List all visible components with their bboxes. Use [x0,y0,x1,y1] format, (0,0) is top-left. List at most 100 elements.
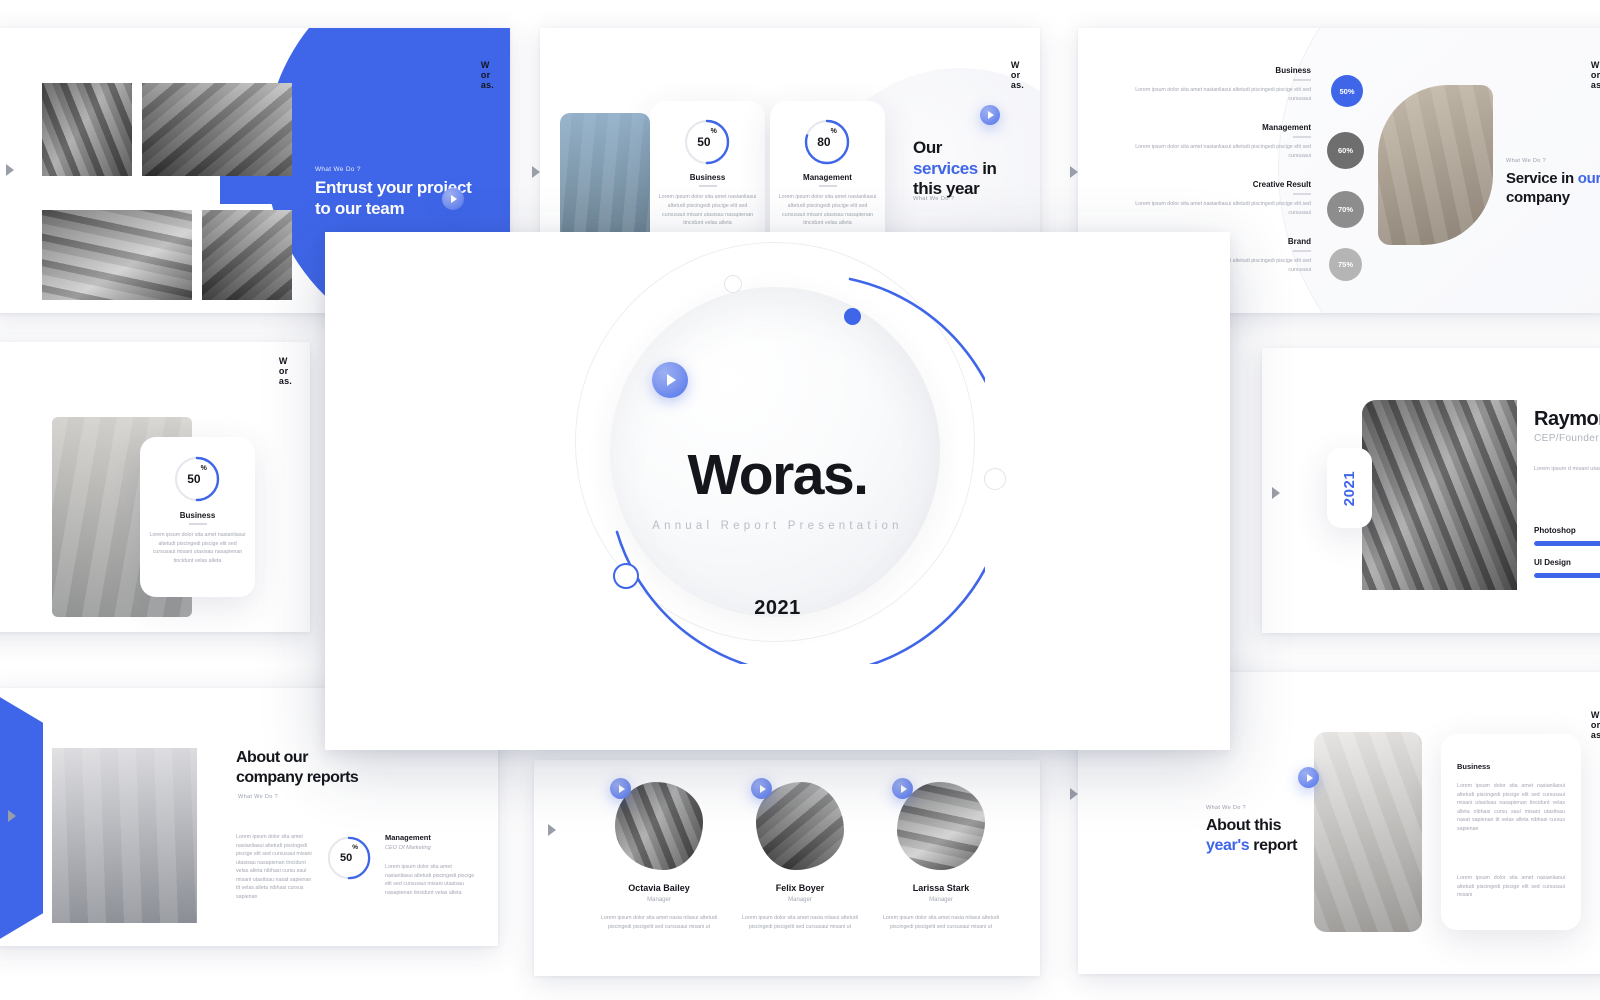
play-icon[interactable] [980,105,1000,125]
nav-arrow-slide-about-year[interactable] [1070,788,1078,800]
profile-name: Raymond [1534,408,1600,430]
service-card-1-percent-wrap: 80 % [802,117,852,167]
about-year-title-line1: About this [1206,817,1282,834]
slide-services-title: Our services in this year [913,138,1023,200]
team-member-2-body: Lorem ipsum dolor sita amet nasia nilasu… [882,915,999,930]
service-item-1-label: Management [1262,123,1311,132]
slide-entrust-eyebrow: What We Do ? [315,166,361,173]
nav-arrow-slide-service-company[interactable] [1070,166,1078,178]
team-member-2-name: Larissa Stark [912,883,970,893]
slide-services-title-tail: in [982,158,997,178]
slide-profile-raymond[interactable]: 2021 Raymond CEP/Founder Lorem ipsum d m… [1262,348,1600,633]
about-reports-title-line1: About our [236,749,308,766]
hero-year: 2021 [754,597,801,619]
slide-company-title: Service in our company [1506,170,1600,207]
business-stat-card[interactable]: 50 % Business Lorem ipsum dolor sita ame… [140,437,255,597]
play-icon[interactable] [892,778,913,799]
brand-logo-line-3: as. [1590,80,1600,91]
about-reports-stat-block: Management CEO Of Marketing Lorem ipsum … [385,833,477,897]
slide-hero-title[interactable]: Woras. Annual Report Presentation 2021 [325,232,1230,750]
service-card-1-label: Management [803,173,852,182]
photo-woman-coffee [202,210,292,300]
service-item-0-body: Lorem ipsum dolor sita amet nasianliasui… [1135,87,1311,102]
about-reports-eyebrow: What We Do ? [238,794,278,800]
about-reports-left-body: Lorem ipsum dolor sita amet nasianliasui… [236,834,312,901]
photo-woman-phone [42,83,132,176]
brand-logo-line-3: as. [1010,80,1024,91]
nav-arrow-slide-entrust[interactable] [6,164,14,176]
photo-office-desks [1314,732,1422,932]
brand-logo-line-2: or [480,70,491,81]
nav-arrow-slide-about-reports[interactable] [8,810,16,822]
photo-meeting-table [142,83,292,176]
business-stat-body: Lorem ipsum dolor sita amet nasianliasui… [149,532,246,564]
service-card-0-symbol: % [710,128,717,135]
brand-logo: W or as. [279,356,292,386]
slide-company-eyebrow: What We Do ? [1506,158,1546,164]
photo-team-desk [42,210,192,300]
service-item-2-label: Creative Result [1252,180,1311,189]
service-card-1-body: Lorem ipsum dolor sita amet nasianliasui… [778,194,877,227]
hero-title: Woras. [687,443,869,507]
about-reports-stat-sub: CEO Of Marketing [385,845,431,851]
about-reports-title: About our company reports [236,748,466,788]
business-stat-label: Business [179,511,216,520]
nav-arrow-slide-profile-raymond[interactable] [1272,487,1280,499]
brand-logo-line-2: or [278,366,289,377]
slide-company-title-accent: our [1577,170,1600,187]
team-member-0-name: Octavia Bailey [628,883,690,893]
team-member-1-name: Felix Boyer [775,883,825,893]
service-item-2: Creative Result Lorem ipsum dolor sita a… [1126,180,1311,217]
pct-bubble-business: 50% [1331,75,1363,107]
divider [699,185,717,187]
slide-services-title-line1: Our [913,138,943,157]
slide-business-profile[interactable]: 50 % Business Lorem ipsum dolor sita ame… [0,342,310,632]
slide-team[interactable]: Octavia Bailey Manager Lorem ipsum dolor… [534,760,1040,976]
service-card-0-percent-wrap: 50 % [682,117,732,167]
team-member-1-body: Lorem ipsum dolor sita amet nasia nilasu… [741,915,858,930]
skill-photoshop-track [1534,541,1600,546]
service-card-0-body: Lorem ipsum dolor sita amet nasianliasui… [658,194,757,227]
divider [1293,79,1311,81]
brand-logo-line-1: W [1010,60,1020,70]
team-member-0-role: Manager [647,897,671,903]
nav-arrow-slide-our-services[interactable] [532,166,540,178]
brand-logo-line-2: or [1010,70,1021,81]
team-member-0[interactable]: Octavia Bailey Manager Lorem ipsum dolor… [589,778,729,931]
service-item-0-label: Business [1275,66,1311,75]
node-dot-filled [844,308,861,325]
about-year-title-tail: report [1253,837,1298,854]
pct-bubble-management: 60% [1327,132,1364,169]
about-year-eyebrow: What We Do ? [1206,805,1246,811]
about-reports-stat-body: Lorem ipsum dolor sita amet nasianliasui… [385,864,475,896]
brand-logo-line-1: W [1590,60,1600,70]
service-item-2-body: Lorem ipsum dolor sita amet nasianliasui… [1135,201,1311,216]
divider [1293,136,1311,138]
play-icon[interactable] [610,778,631,799]
about-year-card[interactable]: Business Lorem ipsum dolor sita amet nas… [1441,734,1581,930]
service-item-1: Management Lorem ipsum dolor sita amet n… [1126,123,1311,160]
decor-blue-wedge [0,688,43,946]
photo-man-portrait [1362,400,1517,590]
pct-bubble-brand: 75% [1329,248,1362,281]
play-icon[interactable] [1298,767,1319,788]
play-icon[interactable] [751,778,772,799]
team-member-1-role: Manager [788,897,812,903]
team-member-2[interactable]: Larissa Stark Manager Lorem ipsum dolor … [871,778,1011,931]
divider [1293,193,1311,195]
about-year-card-body-1: Lorem ipsum dolor sita amet nasianliaoui… [1457,783,1565,832]
play-icon[interactable] [652,362,688,398]
team-member-0-body: Lorem ipsum dolor sita amet nasia nilasu… [600,915,717,930]
service-item-0: Business Lorem ipsum dolor sita amet nas… [1126,66,1311,103]
brand-logo-line-3: as. [1590,730,1600,741]
play-icon[interactable] [442,188,464,210]
service-card-0-percent: 50 [697,135,711,149]
about-year-title-accent: year's [1206,837,1250,854]
divider [819,185,837,187]
skill-photoshop-label: Photoshop [1534,526,1576,535]
year-badge: 2021 [1327,448,1372,528]
nav-arrow-slide-team[interactable] [548,824,556,836]
team-member-1[interactable]: Felix Boyer Manager Lorem ipsum dolor si… [730,778,870,931]
skill-photoshop: Photoshop [1534,526,1600,546]
hero-subtitle: Annual Report Presentation [652,520,903,532]
